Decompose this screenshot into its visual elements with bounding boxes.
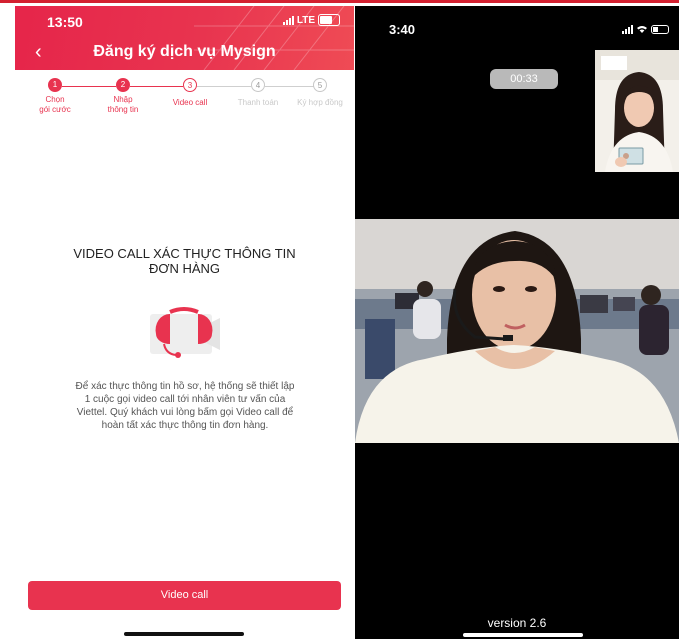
step-label: Thanh toán [237, 98, 279, 107]
step-number: 3 [183, 78, 197, 92]
status-time: 3:40 [389, 22, 416, 37]
battery-icon [651, 24, 669, 34]
home-indicator [463, 633, 583, 637]
app-version: version 2.6 [487, 616, 547, 630]
remote-video-image [355, 219, 679, 443]
status-indicators: LTE [282, 14, 340, 26]
status-time: 13:50 [47, 14, 83, 30]
wifi-icon [637, 26, 647, 33]
step-number: 4 [251, 78, 265, 92]
top-accent-line [0, 0, 679, 3]
self-camera-preview[interactable] [595, 50, 679, 172]
mysign-registration-screen: 13:50 LTE ‹ Đăng ký dịch vụ Mysign 1 Chọ… [15, 6, 354, 639]
section-heading: VIDEO CALL XÁC THỰC THÔNG TIN ĐƠN HÀNG [73, 246, 296, 276]
step-label: Nhập thông tin [107, 95, 139, 114]
step-number: 5 [313, 78, 327, 92]
step-4: 4 Thanh toán [226, 78, 290, 108]
battery-icon [318, 14, 340, 26]
self-camera-image [595, 50, 679, 172]
page-title: Đăng ký dịch vụ Mysign [93, 43, 276, 60]
signal-icon [282, 15, 294, 25]
home-indicator [124, 632, 244, 636]
app-header: 13:50 LTE ‹ Đăng ký dịch vụ Mysign [15, 6, 354, 70]
description-text: Để xác thực thông tin hồ sơ, hệ thống sẽ… [75, 381, 295, 431]
remote-video-feed [355, 219, 679, 443]
call-timer: 00:33 [490, 69, 558, 89]
signal-icon [622, 24, 633, 34]
video-call-icon [150, 307, 220, 358]
progress-stepper: 1 Chọn gói cước 2 Nhập thông tin 3 Video… [15, 78, 354, 138]
video-call-screen: 3:40 00:33 version 2.6 [355, 6, 679, 639]
step-number: 1 [48, 78, 62, 92]
step-label: Video call [172, 98, 208, 107]
step-1: 1 Chọn gói cước [23, 78, 87, 115]
step-3: 3 Video call [158, 78, 222, 108]
step-5: 5 Ký hợp đồng [288, 78, 352, 108]
step-label: Ký hợp đồng [297, 98, 343, 107]
network-type: LTE [296, 14, 315, 26]
step-2: 2 Nhập thông tin [91, 78, 155, 115]
status-indicators [622, 24, 669, 34]
step-label: Chọn gói cước [39, 95, 71, 114]
video-call-button[interactable]: Video call [28, 581, 341, 610]
step-number: 2 [116, 78, 130, 92]
